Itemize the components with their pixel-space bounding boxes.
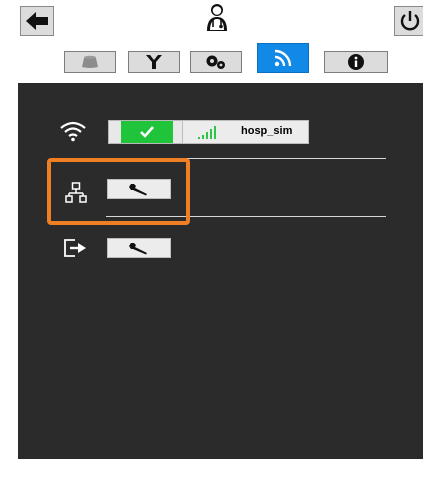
wifi-status-indicator	[121, 121, 173, 143]
arrow-left-icon	[26, 12, 48, 30]
wifi-row-icon	[58, 119, 88, 143]
bed-icon	[82, 55, 98, 68]
gears-icon	[206, 55, 225, 69]
wifi-status-button[interactable]	[108, 120, 184, 144]
network-panel: hosp_sim	[18, 83, 423, 459]
tab-info[interactable]	[324, 51, 388, 73]
power-button[interactable]	[394, 6, 423, 36]
top-bar	[0, 0, 423, 40]
info-icon	[348, 54, 364, 70]
wifi-network-button[interactable]: hosp_sim	[182, 120, 309, 144]
highlight-box	[47, 158, 190, 225]
power-icon	[400, 11, 420, 31]
tab-settings[interactable]	[190, 51, 242, 73]
wifi-icon	[60, 121, 86, 142]
tab-circuit[interactable]	[128, 51, 180, 73]
tab-network[interactable]	[257, 43, 309, 73]
wifi-icon	[274, 49, 292, 67]
doctor-user-icon	[207, 4, 227, 31]
wrench-icon	[129, 243, 147, 255]
signal-bars-icon	[198, 126, 216, 139]
wifi-ssid-label: hosp_sim	[241, 125, 293, 137]
y-connector-icon	[146, 55, 162, 69]
back-button[interactable]	[20, 6, 54, 36]
export-settings-button[interactable]	[107, 238, 171, 258]
checkmark-icon	[140, 126, 154, 138]
export-icon	[64, 239, 86, 257]
tab-bed[interactable]	[64, 51, 116, 73]
export-row-icon	[62, 237, 88, 259]
